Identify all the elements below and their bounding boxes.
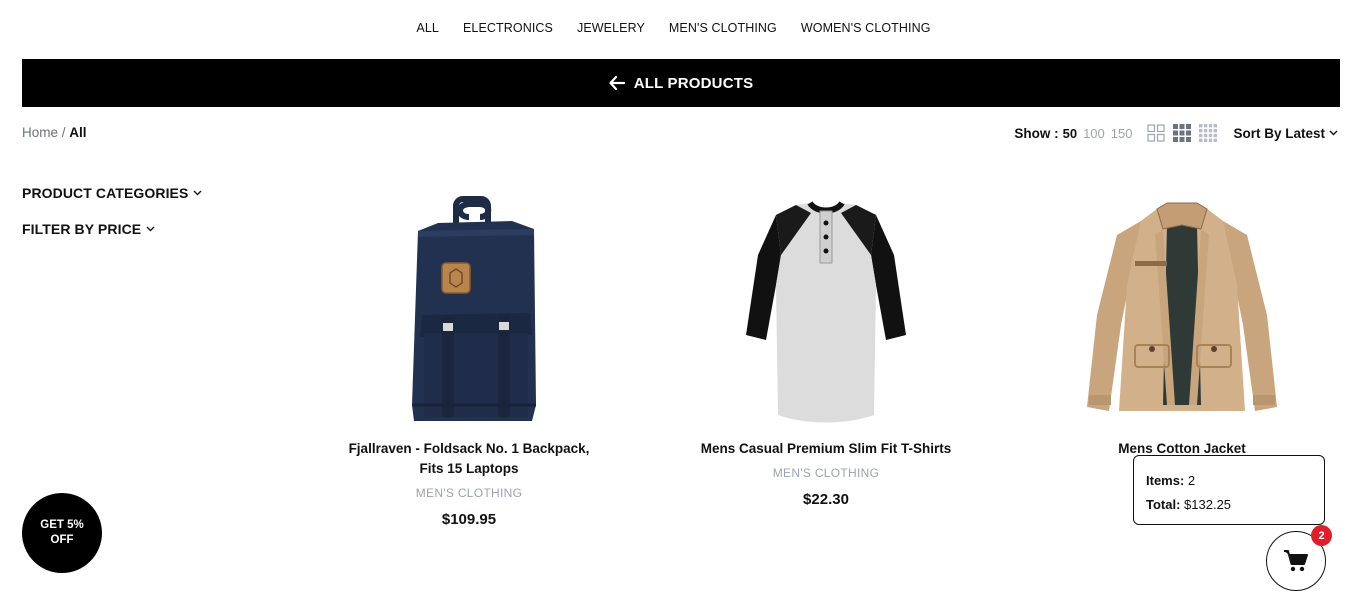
cart-total-row: Total: $132.25: [1146, 493, 1312, 517]
back-to-all-products[interactable]: ALL PRODUCTS: [609, 75, 754, 92]
cart-summary-popup: Items: 2 Total: $132.25: [1133, 455, 1325, 525]
breadcrumb-separator: /: [58, 125, 70, 140]
cotton-jacket-image: [1087, 202, 1277, 411]
promo-line-2: OFF: [50, 534, 74, 546]
shopping-cart-icon: [1284, 550, 1308, 572]
product-image-link[interactable]: [1032, 190, 1332, 430]
nav-item-electronics[interactable]: ELECTRONICS: [463, 18, 553, 38]
show-option-100[interactable]: 100: [1083, 126, 1105, 141]
nav-item-womens-clothing[interactable]: WOMEN'S CLOTHING: [801, 18, 931, 38]
view-switcher: [1147, 124, 1218, 142]
product-categories-label: PRODUCT CATEGORIES: [22, 185, 189, 201]
nav-item-all[interactable]: ALL: [416, 18, 439, 38]
product-card[interactable]: Mens Casual Premium Slim Fit T-Shirts ME…: [676, 190, 976, 509]
raglan-tshirt-image: [746, 201, 906, 423]
product-card[interactable]: Fjallraven - Foldsack No. 1 Backpack, Fi…: [319, 190, 619, 529]
cart-items-row: Items: 2: [1146, 469, 1312, 493]
product-category: MEN'S CLOTHING: [772, 466, 880, 480]
product-category: MEN'S CLOTHING: [415, 486, 523, 500]
page-title: ALL PRODUCTS: [633, 74, 754, 92]
cart-items-label: Items:: [1146, 473, 1185, 488]
show-option-150[interactable]: 150: [1111, 126, 1133, 141]
filter-by-price-toggle[interactable]: FILTER BY PRICE: [22, 220, 202, 238]
product-title[interactable]: Fjallraven - Foldsack No. 1 Backpack, Fi…: [319, 439, 619, 479]
promo-line-1: GET 5%: [40, 519, 84, 531]
grid-3-icon[interactable]: [1173, 124, 1192, 142]
product-image-link[interactable]: [319, 190, 619, 430]
product-title[interactable]: Mens Casual Premium Slim Fit T-Shirts: [676, 439, 976, 459]
show-option-50[interactable]: 50: [1063, 126, 1077, 141]
chevron-down-icon: [193, 190, 202, 196]
cart-items-value: 2: [1187, 473, 1196, 488]
chevron-down-icon: [146, 226, 155, 232]
product-card[interactable]: Mens Cotton Jacket: [1032, 190, 1332, 459]
arrow-left-icon: [609, 76, 625, 90]
breadcrumb-current: All: [69, 125, 87, 140]
product-price: $109.95: [441, 511, 497, 528]
sort-dropdown[interactable]: Sort By Latest: [1233, 126, 1338, 141]
breadcrumb: Home / All: [22, 125, 87, 141]
cart-count-badge: 2: [1311, 525, 1332, 546]
nav-item-jewelery[interactable]: JEWELERY: [577, 18, 645, 38]
grid-2-icon[interactable]: [1147, 124, 1166, 142]
show-label: Show :: [1014, 125, 1059, 141]
grid-4-icon[interactable]: [1199, 124, 1218, 142]
filter-sidebar: PRODUCT CATEGORIES FILTER BY PRICE: [22, 184, 202, 256]
filter-by-price-label: FILTER BY PRICE: [22, 221, 142, 237]
chevron-down-icon: [1329, 130, 1338, 136]
backpack-image: [412, 196, 536, 421]
breadcrumb-home[interactable]: Home: [22, 125, 58, 140]
listing-toolbar: Show : 50 100 150 Sort By Latest: [1014, 123, 1338, 143]
product-price: $22.30: [803, 491, 849, 508]
product-categories-toggle[interactable]: PRODUCT CATEGORIES: [22, 184, 202, 202]
category-nav: ALL ELECTRONICS JEWELERY MEN'S CLOTHING …: [0, 18, 1347, 38]
product-image-link[interactable]: [676, 190, 976, 430]
nav-item-mens-clothing[interactable]: MEN'S CLOTHING: [669, 18, 777, 38]
discount-promo-button[interactable]: GET 5% OFF: [22, 493, 102, 573]
page-banner: ALL PRODUCTS: [22, 59, 1340, 107]
cart-total-value: $132.25: [1184, 497, 1232, 512]
sort-label: Sort By Latest: [1233, 125, 1325, 141]
cart-total-label: Total:: [1146, 497, 1181, 512]
